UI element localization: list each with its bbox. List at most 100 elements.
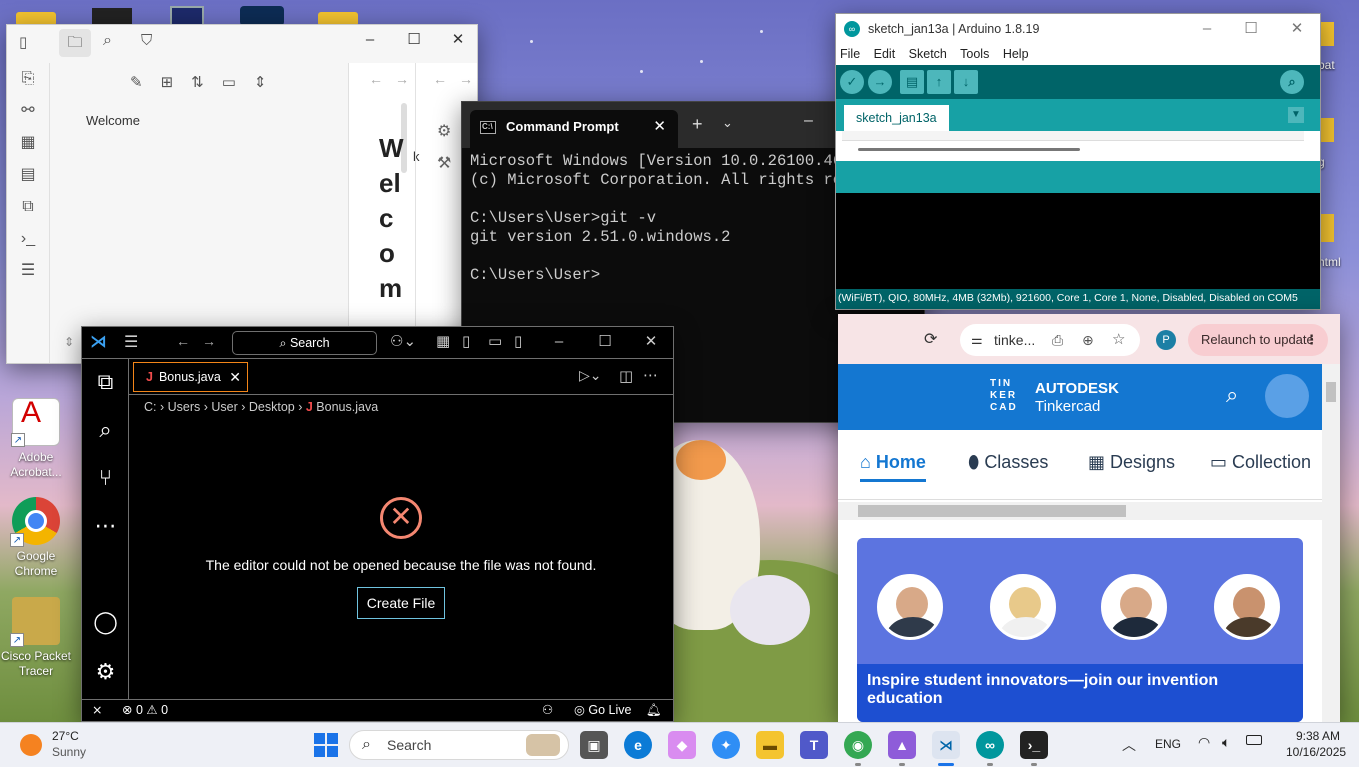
back-icon[interactable]: ← [369, 71, 383, 87]
forward-icon[interactable]: → [395, 71, 409, 87]
back-icon[interactable]: ← [433, 71, 447, 87]
user-avatar-icon[interactable] [1265, 374, 1309, 418]
menu-help[interactable]: Help [1003, 47, 1029, 61]
nav-home[interactable]: ⌂ Home [860, 452, 926, 482]
copilot-status-icon[interactable]: ⚇ [542, 700, 553, 721]
note-icon[interactable]: ⎘ [7, 63, 49, 95]
tinkercad-logo[interactable]: TIN KER CAD [990, 378, 1026, 414]
taskbar-search[interactable]: ⌕ Search [349, 730, 569, 760]
go-live-button[interactable]: ◎ Go Live [574, 700, 631, 721]
notifications-icon[interactable]: 🔔︎ [646, 700, 662, 721]
minimize-button[interactable]: – [536, 327, 582, 359]
desktop-icon-chrome[interactable]: ↗ Google Chrome [0, 497, 72, 579]
more-menu-icon[interactable]: ⋮ [1305, 324, 1318, 356]
bookmark-star-icon[interactable]: ☆ [1112, 324, 1125, 356]
run-icon[interactable]: ▷⌄ [579, 367, 602, 384]
reload-icon[interactable]: ⟳ [924, 329, 937, 349]
serial-monitor-icon[interactable]: ⌕ [1280, 70, 1304, 94]
collapse-icon[interactable]: ▭ [222, 74, 254, 91]
app-icon[interactable]: ▲ [888, 731, 916, 759]
relaunch-button[interactable]: Relaunch to update ⋮ [1188, 324, 1328, 356]
more-actions-icon[interactable]: ⋯ [643, 366, 658, 384]
clock-date[interactable]: 10/16/2025 [1286, 745, 1346, 759]
manage-gear-icon[interactable]: ⚙ [82, 659, 129, 685]
calendar-icon[interactable]: ▤ [7, 159, 49, 191]
problems-status[interactable]: ⊗ 0 ⚠ 0 [122, 700, 168, 721]
edge-icon[interactable]: e [624, 731, 652, 759]
layout-icon[interactable]: ▦ [436, 332, 450, 350]
maximize-button[interactable]: ☐ [582, 327, 628, 359]
new-tab-icon[interactable]: + [692, 114, 703, 135]
upload-icon[interactable]: → [868, 70, 892, 94]
nav-designs[interactable]: ▦ Designs [1088, 452, 1175, 473]
split-editor-icon[interactable]: ◫ [619, 367, 633, 385]
clock-time[interactable]: 9:38 AM [1296, 729, 1340, 743]
weather-sun-icon[interactable] [20, 734, 42, 756]
battery-icon[interactable] [1246, 735, 1262, 745]
wifi-icon[interactable]: ◠ [1198, 734, 1210, 751]
copy-icon[interactable]: ⧉ [7, 191, 49, 223]
copilot-icon[interactable]: ✦ [712, 731, 740, 759]
minimize-button[interactable]: – [804, 112, 813, 130]
horizontal-scrollbar[interactable] [858, 148, 1080, 151]
explorer-icon[interactable]: ⧉ [82, 369, 129, 395]
breadcrumb-item[interactable]: C: [144, 400, 157, 414]
forward-icon[interactable]: → [459, 71, 473, 87]
new-note-icon[interactable]: ✎ [130, 74, 161, 91]
zoom-icon[interactable]: ⊕ [1082, 324, 1094, 356]
language-indicator[interactable]: ENG [1155, 737, 1181, 751]
breadcrumb-item[interactable]: Users [168, 400, 201, 414]
sidebar-toggle-icon[interactable]: ▯ [19, 33, 27, 51]
address-bar[interactable]: ⚌ tinke... ⎙ ⊕ ☆ [960, 324, 1140, 356]
profile-avatar[interactable]: P [1156, 330, 1176, 350]
sort-icon[interactable]: ⇅ [191, 74, 222, 91]
vertical-scrollbar[interactable] [1322, 364, 1340, 722]
app-icon[interactable]: ◆ [668, 731, 696, 759]
console-output[interactable] [836, 193, 1320, 289]
tab-sketch[interactable]: sketch_jan13a [844, 105, 949, 131]
breadcrumb-item[interactable]: Bonus.java [316, 400, 378, 414]
menu-file[interactable]: File [840, 47, 860, 61]
photoshop-icon[interactable] [240, 6, 284, 26]
code-editor[interactable] [836, 131, 1320, 161]
close-tab-icon[interactable]: ✕ [653, 110, 666, 144]
weather-temp[interactable]: 27°C [52, 729, 79, 743]
nav-collections[interactable]: ▭ Collection [1210, 452, 1311, 473]
close-tab-icon[interactable]: ✕ [229, 363, 241, 391]
minimize-button[interactable]: – [1184, 14, 1230, 44]
copilot-icon[interactable]: ⚇⌄ [390, 332, 416, 350]
search-icon[interactable]: ⌕ [103, 32, 112, 50]
canvas-icon[interactable]: ▦ [7, 127, 49, 159]
terminal-icon[interactable]: ›_ [7, 223, 49, 255]
search-icon[interactable]: ⌕ [82, 417, 129, 443]
close-button[interactable]: ✕ [628, 327, 673, 359]
magic-wand-icon[interactable]: ⚒ [437, 153, 451, 173]
cmd-tab[interactable]: C:\ Command Prompt ✕ [470, 110, 678, 148]
app-icon[interactable] [170, 6, 204, 26]
task-view-icon[interactable]: ▣ [580, 731, 608, 759]
new-folder-icon[interactable]: ⊞ [161, 74, 192, 91]
more-icon[interactable]: ⋯ [82, 513, 129, 539]
toggle-panel-icon[interactable]: ▭ [488, 332, 502, 350]
graph-icon[interactable]: ⚯ [7, 95, 49, 127]
settings-icon[interactable]: ⚙ [437, 121, 451, 141]
remote-icon[interactable]: ⨯ [92, 700, 102, 721]
menu-sketch[interactable]: Sketch [909, 47, 947, 61]
new-sketch-icon[interactable]: ▤ [900, 70, 924, 94]
chevron-down-icon[interactable]: ⌄ [722, 115, 733, 131]
breadcrumb-item[interactable]: User [211, 400, 237, 414]
create-file-button[interactable]: Create File [357, 587, 445, 619]
account-icon[interactable]: ◯ [82, 609, 129, 635]
menu-icon[interactable]: ☰ [124, 332, 138, 352]
close-button[interactable]: ✕ [1274, 14, 1320, 44]
maximize-button[interactable]: ☐ [1228, 14, 1274, 44]
volume-icon[interactable]: 🔈︎ [1222, 734, 1230, 751]
file-item-welcome[interactable]: Welcome [86, 113, 140, 128]
bookmark-icon[interactable]: ⛉ [141, 32, 152, 49]
forward-icon[interactable]: → [202, 333, 216, 349]
source-control-icon[interactable]: ⑂ [82, 465, 129, 491]
list-icon[interactable]: ☰ [7, 255, 49, 287]
verify-icon[interactable]: ✓ [840, 70, 864, 94]
command-center-search[interactable]: ⌕ Search [232, 331, 377, 355]
site-info-icon[interactable]: ⚌ [971, 324, 983, 356]
